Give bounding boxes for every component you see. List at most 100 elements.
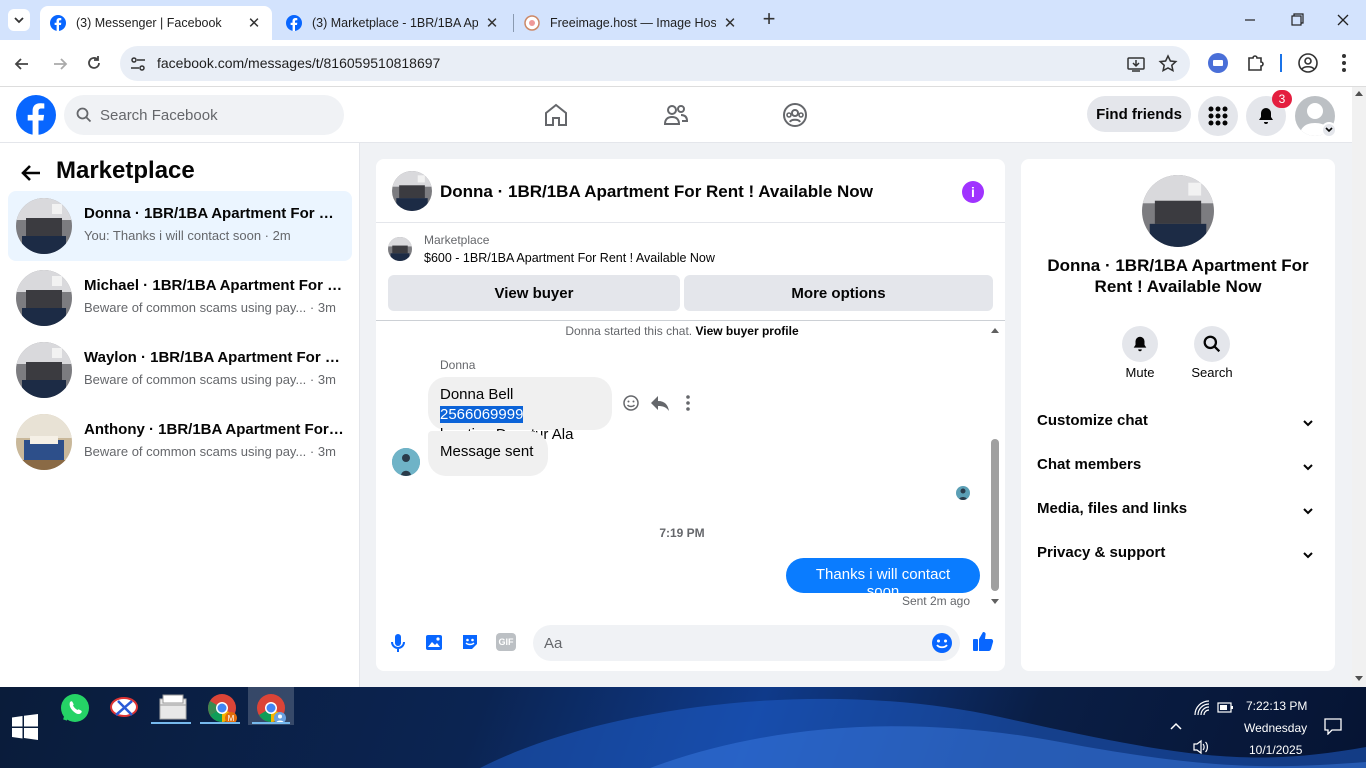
- forward-button[interactable]: [50, 54, 70, 74]
- nav-groups-button[interactable]: [781, 101, 809, 129]
- nav-home-button[interactable]: [542, 101, 570, 129]
- chrome-profile-taskbar-button[interactable]: [248, 687, 294, 725]
- back-button[interactable]: [20, 161, 44, 185]
- view-buyer-button[interactable]: View buyer: [388, 275, 680, 311]
- react-button[interactable]: [622, 394, 640, 412]
- page-scrollbar[interactable]: [1352, 87, 1366, 687]
- message-composer: GIF Aa: [376, 619, 1005, 671]
- show-hidden-icons-button[interactable]: [1168, 719, 1184, 733]
- facebook-logo-icon[interactable]: [16, 95, 56, 135]
- start-button[interactable]: [12, 714, 38, 740]
- back-button[interactable]: [12, 54, 32, 74]
- gif-button[interactable]: GIF: [496, 633, 516, 651]
- minimize-button[interactable]: [1240, 10, 1260, 30]
- nav-friends-button[interactable]: [662, 101, 690, 129]
- search-chat-button[interactable]: [1194, 326, 1230, 362]
- like-button[interactable]: [972, 630, 994, 652]
- listing-thumbnail: [16, 414, 72, 470]
- close-window-button[interactable]: [1333, 10, 1353, 30]
- tab-search-button[interactable]: [8, 9, 30, 31]
- volume-icon[interactable]: [1192, 739, 1210, 755]
- chat-scrollbar[interactable]: [989, 325, 1001, 609]
- conversation-item[interactable]: Waylon · 1BR/1BA Apartment For Rent ! Av…: [8, 335, 352, 405]
- sender-avatar[interactable]: [392, 448, 420, 476]
- search-placeholder: Search Facebook: [100, 107, 218, 124]
- extension-button[interactable]: [1208, 53, 1228, 73]
- tab-marketplace[interactable]: (3) Marketplace - 1BR/1BA Apar ✕: [276, 6, 510, 40]
- media-files-links-section[interactable]: Media, files and links: [1037, 500, 1319, 524]
- gif-icon: GIF: [498, 637, 514, 647]
- close-tab-icon[interactable]: ✕: [722, 15, 738, 32]
- attach-photo-button[interactable]: [424, 632, 444, 652]
- tab-label: (3) Marketplace - 1BR/1BA Apar: [312, 16, 478, 30]
- find-friends-button[interactable]: Find friends: [1087, 96, 1191, 132]
- incoming-message[interactable]: Message sent: [428, 431, 548, 476]
- more-options-button[interactable]: More options: [684, 275, 993, 311]
- install-app-icon[interactable]: [1126, 54, 1146, 74]
- facebook-search-input[interactable]: Search Facebook: [64, 95, 344, 135]
- windows-taskbar: M 7:22:13 PM Wednesday 10/1/2025: [0, 687, 1366, 768]
- message-more-button[interactable]: [684, 395, 692, 411]
- clock-time[interactable]: 7:22:13 PM: [1246, 699, 1307, 713]
- mute-label: Mute: [1125, 365, 1155, 380]
- scrollbar-thumb[interactable]: [991, 439, 999, 591]
- chat-avatar[interactable]: [392, 171, 432, 211]
- reload-button[interactable]: [84, 53, 104, 73]
- view-buyer-profile-link[interactable]: View buyer profile: [695, 324, 798, 338]
- incoming-message[interactable]: Donna Bell 2566069999 location Decatur A…: [428, 377, 612, 443]
- whatsapp-taskbar-icon[interactable]: [59, 692, 91, 724]
- message-input[interactable]: Aa: [533, 625, 960, 661]
- voice-clip-button[interactable]: [390, 633, 406, 653]
- scroll-up-icon[interactable]: [1352, 87, 1366, 99]
- tab-freeimage[interactable]: Freeimage.host — Image Hostin ✕: [514, 6, 748, 40]
- listing-thumbnail[interactable]: [388, 237, 412, 261]
- close-tab-icon[interactable]: ✕: [484, 15, 500, 32]
- minimize-icon: [1245, 19, 1255, 21]
- file-explorer-taskbar-icon[interactable]: [157, 693, 189, 723]
- site-settings-icon[interactable]: [129, 55, 147, 73]
- conversation-name: Anthony · 1BR/1BA Apartment For Rent ! A…: [84, 421, 344, 438]
- action-center-button[interactable]: [1324, 717, 1342, 735]
- address-bar[interactable]: facebook.com/messages/t/816059510818697: [120, 46, 1190, 81]
- account-chevron[interactable]: [1321, 122, 1337, 138]
- profile-avatar[interactable]: [1142, 175, 1214, 247]
- bell-icon: [1133, 336, 1147, 352]
- scroll-down-icon[interactable]: [989, 597, 1001, 607]
- listing-title[interactable]: $600 - 1BR/1BA Apartment For Rent ! Avai…: [424, 251, 715, 265]
- conversation-name: Donna · 1BR/1BA Apartment For Rent ! Ava…: [84, 205, 344, 222]
- battery-icon[interactable]: [1217, 702, 1235, 714]
- reply-button[interactable]: [650, 394, 670, 412]
- chat-title[interactable]: Donna · 1BR/1BA Apartment For Rent ! Ava…: [440, 182, 873, 202]
- conversation-item[interactable]: Donna · 1BR/1BA Apartment For Rent ! Ava…: [8, 191, 352, 261]
- sticker-button[interactable]: [460, 632, 480, 652]
- tab-messenger[interactable]: (3) Messenger | Facebook ✕: [40, 6, 272, 40]
- restore-button[interactable]: [1287, 10, 1307, 30]
- conversation-item[interactable]: Anthony · 1BR/1BA Apartment For Rent ! A…: [8, 407, 352, 477]
- extension-badge-icon: [1213, 60, 1223, 66]
- freeimage-favicon-icon: [524, 15, 540, 31]
- scroll-down-icon[interactable]: [1352, 673, 1366, 685]
- chat-members-section[interactable]: Chat members: [1037, 456, 1319, 480]
- chevron-down-icon: [14, 17, 24, 24]
- chrome-taskbar-icon[interactable]: M: [206, 692, 238, 724]
- privacy-support-section[interactable]: Privacy & support: [1037, 544, 1319, 568]
- close-tab-icon[interactable]: ✕: [246, 15, 262, 32]
- star-icon[interactable]: [1158, 54, 1178, 74]
- network-icon[interactable]: [1194, 700, 1210, 716]
- scroll-up-icon[interactable]: [989, 325, 1001, 335]
- menu-button[interactable]: [1198, 96, 1238, 136]
- conversation-item[interactable]: Michael · 1BR/1BA Apartment For Rent ! A…: [8, 263, 352, 333]
- extensions-button[interactable]: [1244, 52, 1266, 74]
- mute-button[interactable]: [1122, 326, 1158, 362]
- chrome-menu-button[interactable]: [1334, 52, 1354, 74]
- chat-info-button[interactable]: i: [962, 181, 984, 203]
- clock-date[interactable]: 10/1/2025: [1249, 743, 1302, 757]
- new-tab-button[interactable]: +: [758, 8, 780, 31]
- emoji-button[interactable]: [931, 632, 953, 654]
- customize-chat-section[interactable]: Customize chat: [1037, 412, 1319, 436]
- clock-day[interactable]: Wednesday: [1244, 721, 1307, 735]
- microphone-icon: [391, 634, 405, 652]
- outgoing-message[interactable]: Thanks i will contact soon: [786, 558, 980, 600]
- profile-button[interactable]: [1297, 52, 1319, 74]
- snipping-tool-taskbar-icon[interactable]: [108, 693, 140, 723]
